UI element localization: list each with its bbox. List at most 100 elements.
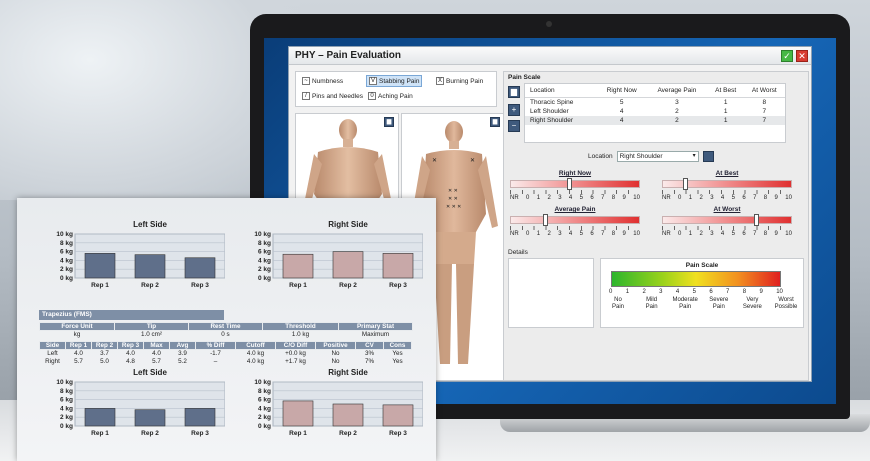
y-tick-label: 10 kg <box>254 379 271 386</box>
cell: 5 <box>619 99 624 106</box>
trash-icon[interactable]: ▆ <box>384 117 394 127</box>
trash-icon[interactable]: ▆ <box>490 117 500 127</box>
svg-text:✕ ✕: ✕ ✕ <box>448 188 458 194</box>
scale-number: 6 <box>709 289 713 295</box>
bar <box>184 257 216 279</box>
bar <box>134 409 166 427</box>
aching-icon: 0 <box>368 92 376 100</box>
slider-track[interactable] <box>510 216 640 224</box>
add-icon[interactable]: + <box>508 104 520 116</box>
cell: 5.2 <box>178 358 187 365</box>
slider-tick-label: 1 <box>688 231 693 237</box>
slider-tick-label: 4 <box>720 195 725 201</box>
col-header: Primary Stat <box>338 322 413 331</box>
cell: 1.0 kg <box>291 331 310 339</box>
slider-thumb[interactable] <box>542 214 548 226</box>
slider-tick-label: 7 <box>601 195 605 201</box>
slider-tick-label: 7 <box>753 195 757 201</box>
y-tick-label: 0 kg <box>60 423 73 430</box>
close-icon[interactable]: ✕ <box>796 50 808 62</box>
scale-number: 3 <box>659 289 663 295</box>
details-textarea[interactable] <box>508 258 594 328</box>
trash-icon[interactable]: ▆ <box>508 86 520 98</box>
col-header: Rest Time <box>188 322 263 331</box>
table-row: Right 5.7 5.0 4.8 5.7 5.2 – 4.0 kg +1.7 … <box>40 358 412 366</box>
slider-at-best[interactable]: At Best NR 0 1 2 3 4 5 6 7 8 9 10 <box>662 170 792 210</box>
y-tick-label: 4 kg <box>258 257 271 264</box>
x-tick-label: Rep 3 <box>191 282 209 289</box>
bar <box>332 403 364 427</box>
chart-right-side-2: Right Side 10 kg 8 kg 6 kg 4 kg 2 kg 0 kg Rep … <box>233 368 423 438</box>
scale-number: 0 <box>609 289 613 295</box>
slider-tick-label: 5 <box>731 231 735 237</box>
scale-number: 9 <box>759 289 763 295</box>
col-header: Positive <box>315 341 356 350</box>
slider-tick-label: 7 <box>753 231 757 237</box>
x-tick-label: Rep 1 <box>289 282 307 289</box>
slider-tick-label: 3 <box>710 195 714 201</box>
pain-type-legend: ~ Numbness V Stabbing Pain X Burning Pai… <box>295 71 497 107</box>
pain-scale-panel: Pain Scale ▆ + − Location Right Now Aver… <box>503 71 809 381</box>
slider-right-now[interactable]: Right Now NR 0 1 2 3 4 5 6 7 8 9 10 <box>510 170 640 210</box>
bar <box>84 253 116 279</box>
scale-number: 5 <box>692 289 696 295</box>
legend-aching-pain[interactable]: 0 Aching Pain <box>366 91 415 101</box>
cell: 5.7 <box>74 358 83 365</box>
cell: 7% <box>364 358 375 365</box>
cell: 5.0 <box>100 358 109 365</box>
slider-track[interactable] <box>662 180 792 188</box>
col-header: Location <box>525 84 598 98</box>
scale-numbers: 0 1 2 3 4 5 6 7 8 9 10 <box>609 289 783 295</box>
pins-needles-icon: / <box>302 92 310 100</box>
legend-stabbing-pain[interactable]: V Stabbing Pain <box>366 75 423 87</box>
slider-tick-label: 10 <box>785 231 792 237</box>
col-header: Right Now <box>597 84 647 98</box>
slider-tick-label: 9 <box>622 195 626 201</box>
location-label: Location <box>588 153 613 160</box>
col-header: Side <box>39 341 66 350</box>
slider-at-worst[interactable]: At Worst NR 0 1 2 3 4 5 6 7 8 9 10 <box>662 206 792 246</box>
cell: +0.0 kg <box>285 350 306 358</box>
slider-tick-label: 2 <box>699 231 703 237</box>
col-header: Force Unit <box>39 322 115 331</box>
slider-thumb[interactable] <box>566 178 572 190</box>
slider-average-pain[interactable]: Average Pain NR 0 1 2 3 4 5 6 7 8 9 10 <box>510 206 640 246</box>
bar <box>382 404 414 427</box>
slider-tick-label: 9 <box>622 231 626 237</box>
y-tick-label: 4 kg <box>60 257 73 264</box>
legend-numbness[interactable]: ~ Numbness <box>300 76 345 86</box>
slider-tick-label: 9 <box>774 231 778 237</box>
slider-label: Average Pain <box>554 206 596 213</box>
check-icon[interactable]: ✓ <box>781 50 793 62</box>
title-bar: PHY – Pain Evaluation ✓ ✕ <box>289 47 811 65</box>
y-tick-label: 2 kg <box>258 266 271 273</box>
slider-track[interactable] <box>662 216 792 224</box>
slider-tick-label: NR <box>662 231 671 237</box>
col-header: Avg <box>169 341 196 350</box>
numbness-icon: ~ <box>302 77 310 85</box>
legend-burning-pain[interactable]: X Burning Pain <box>434 76 485 86</box>
legend-pins-needles[interactable]: / Pins and Needles <box>300 91 365 101</box>
scale-number: 7 <box>726 289 730 295</box>
location-select[interactable]: Right Shoulder <box>616 151 699 162</box>
cell: kg <box>73 331 81 339</box>
svg-text:✕: ✕ <box>432 158 437 164</box>
col-header: Cons <box>383 341 412 350</box>
slider-numbers: NR 0 1 2 3 4 5 6 7 8 9 10 <box>510 231 640 237</box>
y-tick-label: 6 kg <box>258 397 271 404</box>
legend-label: Aching Pain <box>378 92 413 100</box>
body-map-icon[interactable] <box>702 151 714 162</box>
remove-icon[interactable]: − <box>508 120 520 132</box>
legend-label: Numbness <box>312 77 344 85</box>
table-row[interactable]: Right Shoulder 4 2 1 7 <box>525 116 785 125</box>
location-table: Location Right Now Average Pain At Best … <box>524 83 786 143</box>
slider-thumb[interactable] <box>754 214 760 226</box>
table-title: Trapezius (FMS) <box>39 310 224 320</box>
table-row[interactable]: Thoracic Spine 5 3 1 8 <box>525 98 785 108</box>
cell: Maximum <box>361 331 390 339</box>
table-row[interactable]: Left Shoulder 4 2 1 7 <box>525 107 785 116</box>
slider-thumb[interactable] <box>683 178 689 190</box>
slider-track[interactable] <box>510 180 640 188</box>
y-tick-label: 0 kg <box>60 275 73 282</box>
burning-icon: X <box>436 77 444 85</box>
